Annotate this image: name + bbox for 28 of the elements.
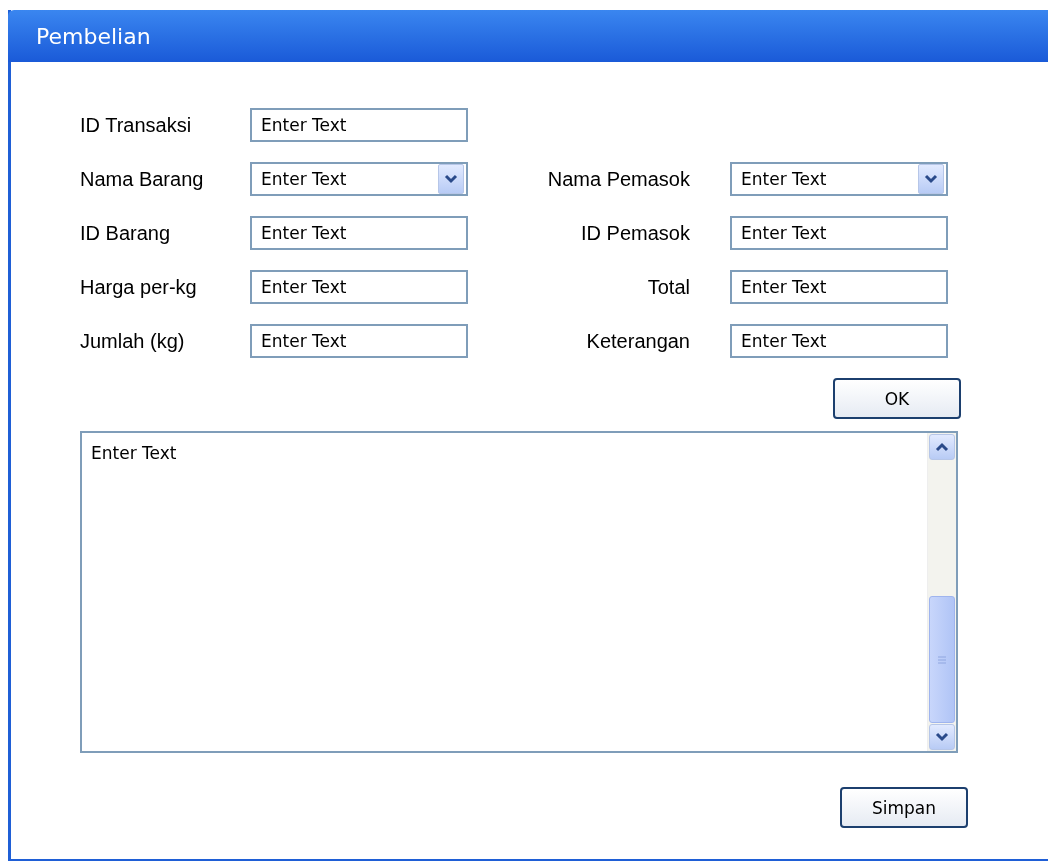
dropdown-field[interactable]: Enter Text [250,162,468,196]
field-label: Total [647,275,690,299]
field-label: ID Pemasok [581,221,690,245]
dropdown-field[interactable]: Enter Text [730,162,948,196]
input-field[interactable]: Enter Text [730,270,948,304]
chevron-down-icon [924,174,938,184]
field-label: Nama Pemasok [547,167,690,191]
input-field[interactable]: Enter Text [250,108,468,142]
chevron-down-icon [935,732,949,742]
chevron-down-icon [444,174,458,184]
field-label: Jumlah (kg) [80,329,186,353]
field-label: Nama Barang [80,167,205,191]
input-field[interactable]: Enter Text [250,270,468,304]
chevron-up-icon [935,442,949,452]
input-field[interactable]: Enter Text [730,324,948,358]
window-title: Pembelian [36,23,151,49]
save-button[interactable]: Simpan [840,787,968,828]
text-area[interactable]: Enter Text [80,431,958,753]
field-label: ID Barang [80,221,172,245]
ok-button[interactable]: OK [833,378,961,419]
input-field[interactable]: Enter Text [250,324,468,358]
input-field[interactable]: Enter Text [730,216,948,250]
field-label: ID Transaksi [80,113,193,137]
grip-icon [937,655,947,664]
input-field[interactable]: Enter Text [250,216,468,250]
field-label: Keterangan [586,329,690,353]
field-label: Harga per-kg [80,275,198,299]
scrollbar[interactable] [927,433,956,751]
